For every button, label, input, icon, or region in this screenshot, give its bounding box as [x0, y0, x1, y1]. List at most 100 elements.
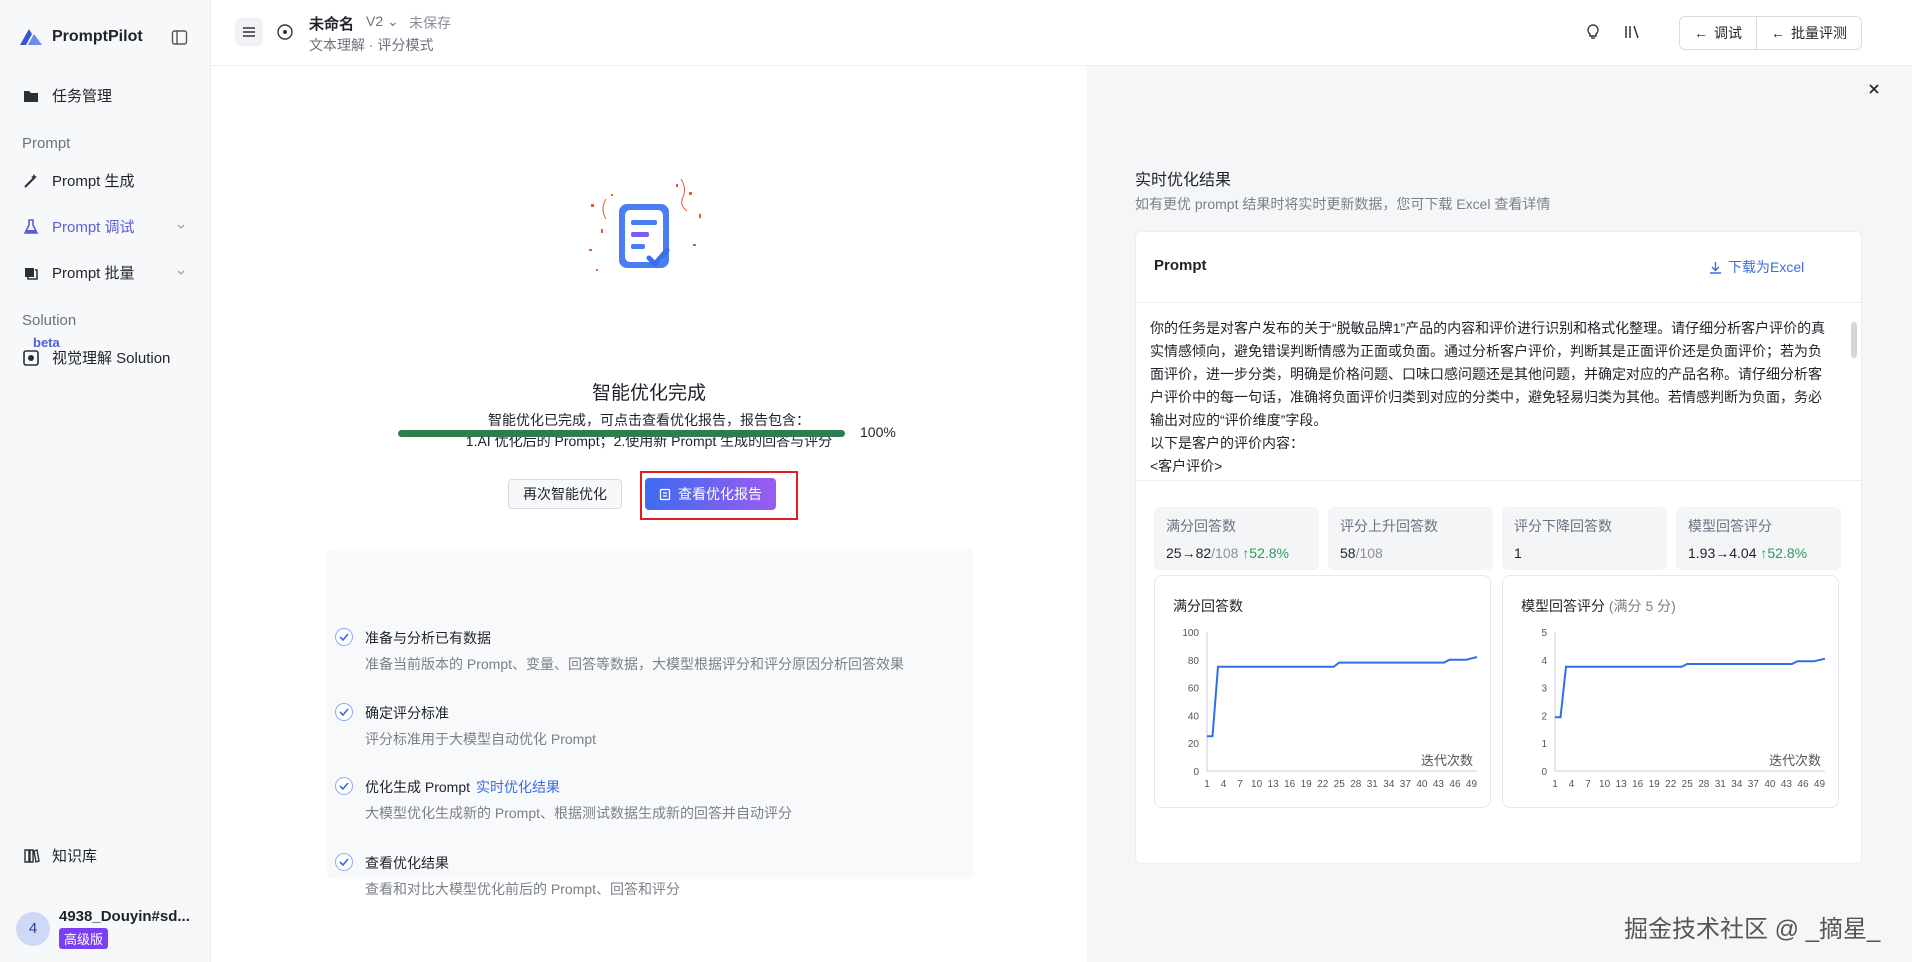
x-tick-label: 40 — [1764, 779, 1776, 790]
stat-value: 1 — [1514, 545, 1655, 561]
watermark: 掘金技术社区 @ _摘星_ — [1624, 916, 1881, 943]
version-select[interactable]: V2 ⌄ — [366, 13, 399, 30]
stat-to: 82 — [1195, 545, 1212, 561]
x-tick-label: 19 — [1649, 779, 1661, 790]
x-tick-label: 16 — [1284, 779, 1296, 790]
version-label: V2 — [366, 13, 384, 29]
panel-title: 实时优化结果 — [1135, 172, 1232, 189]
user-plan-badge: 高级版 — [59, 928, 109, 949]
prompt-text-area[interactable]: 你的任务是对客户发布的关于“脱敏品牌1”产品的内容和评价进行识别和格式化整理。请… — [1150, 317, 1835, 475]
stat-label: 评分上升回答数 — [1340, 518, 1438, 534]
sidebar-item-prompt-batch[interactable]: Prompt 批量 — [22, 262, 135, 283]
sidebar-collapse-icon[interactable] — [171, 29, 188, 46]
document-icon — [659, 488, 671, 500]
progress-bar — [398, 430, 845, 437]
lightbulb-icon[interactable] — [1584, 23, 1602, 41]
download-icon — [1710, 261, 1721, 274]
user-profile[interactable]: 4 4938_Douyin#sd... 高级版 — [16, 908, 190, 949]
stat-value: 58/108 — [1340, 545, 1481, 561]
x-tick-label: 46 — [1449, 779, 1461, 790]
debug-button[interactable]: ← 调试 — [1680, 17, 1756, 49]
avatar: 4 — [16, 911, 50, 946]
realtime-result-link[interactable]: 实时优化结果 — [476, 779, 560, 795]
x-tick-label: 49 — [1814, 779, 1826, 790]
y-tick-label: 1 — [1541, 739, 1547, 750]
stat-change: ↑52.8% — [1760, 545, 1808, 561]
x-tick-label: 13 — [1268, 779, 1280, 790]
x-tick-label: 43 — [1781, 779, 1793, 790]
step-description: 大模型优化生成新的 Prompt、根据测试数据生成新的回答并自动评分 — [365, 805, 793, 821]
chevron-down-icon[interactable] — [176, 268, 186, 278]
library-icon[interactable] — [1623, 23, 1641, 41]
sidebar-item-prompt-debug[interactable]: Prompt 调试 — [22, 216, 135, 237]
y-tick-label: 60 — [1188, 684, 1200, 695]
report-complete-icon — [589, 178, 701, 271]
x-tick-label: 25 — [1334, 779, 1346, 790]
stat-card: 模型回答评分 1.93→4.04 ↑52.8% — [1676, 507, 1841, 570]
batch-icon — [25, 267, 38, 280]
sidebar-item-label: 视觉理解 Solution — [52, 350, 171, 367]
x-tick-label: 28 — [1698, 779, 1710, 790]
page-title[interactable]: 未命名 — [309, 13, 354, 34]
stat-value: 25→82/108 ↑52.8% — [1166, 545, 1289, 561]
sidebar-item-label: Prompt 批量 — [52, 265, 135, 282]
folder-icon — [24, 90, 38, 102]
stat-label: 评分下降回答数 — [1514, 518, 1612, 534]
x-tick-label: 22 — [1665, 779, 1677, 790]
add-circle-icon[interactable] — [275, 22, 295, 42]
sidebar-item-prompt-generate[interactable]: Prompt 生成 — [22, 170, 135, 191]
realtime-result-panel: 实时优化结果 如有更优 prompt 结果时将实时更新数据，您可下载 Excel… — [1087, 66, 1912, 962]
promptpilot-logo-icon — [20, 29, 42, 45]
divider — [1136, 302, 1863, 303]
stat-from: 25 — [1166, 545, 1182, 561]
x-tick-label: 19 — [1301, 779, 1313, 790]
stat-to: 58 — [1340, 545, 1356, 561]
sidebar-item-tasks[interactable]: 任务管理 — [22, 85, 112, 106]
x-tick-label: 43 — [1433, 779, 1445, 790]
x-tick-label: 4 — [1569, 779, 1575, 790]
stat-label: 满分回答数 — [1166, 518, 1236, 534]
panel-subtitle: 如有更优 prompt 结果时将实时更新数据，您可下载 Excel 查看详情 — [1135, 196, 1551, 212]
stats-row: 满分回答数 25→82/108 ↑52.8% 评分上升回答数 58/108 评分… — [1154, 507, 1841, 570]
close-icon[interactable] — [1866, 81, 1882, 97]
stat-total: /108 — [1355, 545, 1383, 561]
brand[interactable]: PromptPilot — [18, 26, 143, 48]
chevron-down-icon[interactable] — [176, 222, 186, 232]
re-optimize-button[interactable]: 再次智能优化 — [508, 479, 622, 509]
stat-change: ↑52.8% — [1242, 545, 1289, 561]
user-name: 4938_Douyin#sd... — [59, 908, 190, 925]
arrow-left-icon: ← — [1771, 25, 1785, 41]
sidebar-section-solution: Solution — [22, 312, 77, 329]
stat-to: 4.04 — [1729, 545, 1757, 561]
step-title: 确定评分标准 — [365, 705, 449, 721]
sidebar-item-knowledge[interactable]: 知识库 — [22, 845, 97, 866]
download-excel-button[interactable]: 下载为Excel — [1709, 257, 1804, 277]
step-description: 查看和对比大模型优化前后的 Prompt、回答和评分 — [365, 881, 681, 897]
description-line: 智能优化已完成，可点击查看优化报告，报告包含： — [488, 412, 810, 428]
y-tick-label: 4 — [1541, 656, 1547, 667]
arrow-left-icon: ← — [1694, 25, 1708, 41]
menu-button[interactable] — [235, 18, 263, 46]
sidebar-item-vision-solution[interactable]: 视觉理解 Solution — [22, 347, 170, 368]
y-tick-label: 3 — [1541, 684, 1547, 695]
scrollbar[interactable] — [1851, 322, 1857, 358]
header: 未命名 V2 ⌄ 未保存 文本理解 · 评分模式 ← 调试 ← 批量评测 — [211, 0, 1912, 66]
wand-icon — [24, 173, 37, 188]
y-tick-label: 0 — [1193, 767, 1199, 778]
view-report-button[interactable]: 查看优化报告 — [645, 478, 776, 510]
download-label: 下载为Excel — [1728, 259, 1805, 275]
sidebar-item-label: Prompt 调试 — [52, 219, 135, 236]
x-tick-label: 31 — [1715, 779, 1727, 790]
y-tick-label: 5 — [1541, 628, 1547, 639]
sidebar: PromptPilot 任务管理 Prompt Prompt 生成 Prompt… — [0, 0, 211, 962]
x-tick-label: 34 — [1731, 779, 1743, 790]
stat-to: 1 — [1514, 545, 1522, 561]
stat-card: 满分回答数 25→82/108 ↑52.8% — [1154, 507, 1319, 570]
header-button-group: ← 调试 ← 批量评测 — [1679, 16, 1862, 50]
vision-icon — [23, 349, 39, 366]
y-tick-label: 40 — [1188, 711, 1200, 722]
batch-eval-button[interactable]: ← 批量评测 — [1756, 17, 1861, 49]
stat-total: /108 — [1211, 545, 1239, 561]
full-score-chart: 0 20 40 60 80 100 1 4 7 10 13 16 19 22 25 28 31 34 37 40 43 4… — [1182, 628, 1477, 790]
step-title: 优化生成 Prompt 实时优化结果 — [365, 777, 560, 797]
